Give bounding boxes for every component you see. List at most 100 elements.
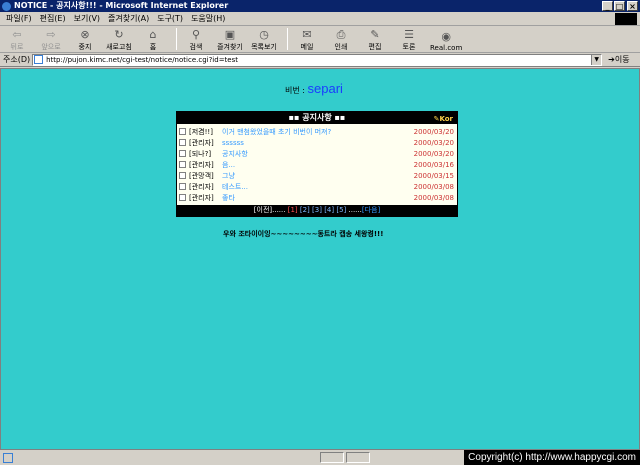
- mail-button[interactable]: ✉ 메일: [294, 26, 320, 52]
- notice-row: [관리자] 좋타 2000/03/08: [177, 192, 457, 203]
- window-title: NOTICE - 공지사항!!! - Microsoft Internet Ex…: [14, 1, 229, 10]
- menu-favorites[interactable]: 즐겨찾기(A): [108, 13, 149, 24]
- row-date: 2000/03/08: [413, 193, 454, 202]
- go-arrow-icon: ➔: [608, 55, 615, 64]
- ie-icon: [2, 1, 11, 11]
- home-button[interactable]: ⌂ 홈: [140, 26, 166, 52]
- menu-view[interactable]: 보기(V): [74, 13, 100, 24]
- minimize-button[interactable]: _: [602, 1, 613, 11]
- address-input[interactable]: http://pujon.kimc.net/cgi-test/notice/no…: [32, 53, 603, 66]
- copyright-banner: Copyright(c) http://www.happycgi.com: [464, 450, 640, 465]
- row-checkbox[interactable]: [179, 150, 186, 157]
- row-date: 2000/03/20: [413, 149, 454, 158]
- history-button[interactable]: ◷ 목록보기: [251, 26, 277, 52]
- discuss-button[interactable]: ☰ 토론: [396, 26, 422, 52]
- row-checkbox[interactable]: [179, 172, 186, 179]
- menu-bar: 파일(F) 편집(E) 보기(V) 즐겨찾기(A) 도구(T) 도움말(H): [0, 12, 640, 26]
- edit-icon: ✎: [370, 28, 380, 41]
- row-checkbox[interactable]: [179, 183, 186, 190]
- row-author: [관망객]: [189, 171, 214, 180]
- realcom-icon: ◉: [441, 30, 451, 43]
- address-label: 주소(D): [3, 55, 31, 64]
- page-link-4[interactable]: [4]: [324, 206, 334, 214]
- row-author: [관리자]: [189, 138, 214, 147]
- row-subject-link[interactable]: 테스트...: [222, 182, 412, 192]
- row-date: 2000/03/20: [413, 127, 454, 136]
- go-button[interactable]: ➔이동: [608, 54, 629, 65]
- stop-button[interactable]: ⊗ 중지: [72, 26, 98, 52]
- notice-list: [저겸!!] 이거 맨첨왔었을때 초기 비번이 머져? 2000/03/20 [관리자…: [177, 124, 457, 205]
- notice-row: [관리자] 음... 2000/03/16: [177, 159, 457, 170]
- windows-logo-icon: [615, 13, 637, 25]
- edit-button[interactable]: ✎ 편집: [362, 26, 388, 52]
- favorites-button[interactable]: ▣ 즐겨찾기: [217, 26, 243, 52]
- row-subject-link[interactable]: 그냥: [222, 171, 412, 181]
- printer-icon: ⎙: [336, 28, 346, 41]
- row-checkbox[interactable]: [179, 194, 186, 201]
- row-subject-link[interactable]: ssssss: [222, 139, 412, 147]
- row-date: 2000/03/20: [413, 138, 454, 147]
- status-pane: [346, 452, 370, 463]
- search-button[interactable]: ⚲ 검색: [183, 26, 209, 52]
- maximize-button[interactable]: □: [614, 1, 625, 11]
- row-checkbox[interactable]: [179, 161, 186, 168]
- row-date: 2000/03/08: [413, 182, 454, 191]
- refresh-icon: ↻: [114, 28, 124, 41]
- history-icon: ◷: [259, 28, 269, 41]
- row-author: [관리자]: [189, 182, 214, 191]
- notice-board: ▪▪ 공지사항 ▪▪ ✎Kor [저겸!!] 이거 맨첨왔었을때 초기 비번이 머…: [176, 111, 458, 217]
- row-subject-link[interactable]: 좋타: [222, 193, 412, 203]
- page-link-3[interactable]: [3]: [312, 206, 322, 214]
- id-value: separi: [307, 81, 343, 96]
- search-icon: ⚲: [191, 28, 201, 41]
- menu-edit[interactable]: 편집(E): [40, 13, 66, 24]
- title-bar: NOTICE - 공지사항!!! - Microsoft Internet Ex…: [0, 0, 640, 12]
- back-button[interactable]: ⇦ 뒤로: [4, 26, 30, 52]
- realcom-button[interactable]: ◉ Real.com: [430, 26, 462, 53]
- notice-row: [관리자] 테스트... 2000/03/08: [177, 181, 457, 192]
- toolbar-separator: [287, 28, 288, 50]
- page-viewport: 비번 : separi ▪▪ 공지사항 ▪▪ ✎Kor [저겸!!] 이거 맨첨왔…: [0, 68, 640, 450]
- page-link-2[interactable]: [2]: [300, 206, 310, 214]
- write-icon[interactable]: ✎Kor: [434, 113, 453, 125]
- address-bar: 주소(D) http://pujon.kimc.net/cgi-test/not…: [0, 53, 640, 67]
- home-icon: ⌂: [149, 28, 157, 41]
- board-title: 공지사항: [302, 113, 332, 122]
- prev-link[interactable]: [이전]......: [254, 206, 286, 214]
- notice-row: [되나?] 공지사항 2000/03/20: [177, 148, 457, 159]
- page-link-1[interactable]: [1]: [288, 206, 298, 214]
- marquee-message: 우와 조타이이잉~~~~~~~~동트라 캡송 세왕켱!!!: [223, 230, 384, 238]
- notice-row: [관망객] 그냥 2000/03/15: [177, 170, 457, 181]
- print-button[interactable]: ⎙ 인쇄: [328, 26, 354, 52]
- address-dropdown-button[interactable]: ▼: [591, 54, 602, 65]
- status-pane: [320, 452, 344, 463]
- refresh-button[interactable]: ↻ 새로고침: [106, 26, 132, 52]
- row-subject-link[interactable]: 음...: [222, 160, 412, 170]
- row-author: [관리자]: [189, 193, 214, 202]
- menu-tools[interactable]: 도구(T): [157, 13, 183, 24]
- notice-row: [관리자] ssssss 2000/03/20: [177, 137, 457, 148]
- board-header: ▪▪ 공지사항 ▪▪ ✎Kor: [177, 112, 457, 124]
- row-checkbox[interactable]: [179, 139, 186, 146]
- menu-file[interactable]: 파일(F): [6, 13, 32, 24]
- page-icon: [34, 55, 44, 64]
- row-checkbox[interactable]: [179, 128, 186, 135]
- page-link-5[interactable]: [5]: [336, 206, 346, 214]
- close-button[interactable]: ×: [627, 1, 638, 11]
- toolbar: ⇦ 뒤로 ⇨ 앞으로 ⊗ 중지 ↻ 새로고침 ⌂ 홈 ⚲ 검색 ▣ 즐겨찾기 ◷…: [0, 27, 640, 53]
- next-link[interactable]: [다음]: [362, 206, 380, 214]
- mail-icon: ✉: [302, 28, 312, 41]
- row-author: [되나?]: [189, 149, 212, 158]
- discuss-icon: ☰: [404, 28, 414, 41]
- back-arrow-icon: ⇦: [12, 28, 22, 41]
- bullet-icon: ▪▪: [288, 113, 303, 122]
- menu-help[interactable]: 도움말(H): [191, 13, 225, 24]
- stop-icon: ⊗: [80, 28, 90, 41]
- forward-button[interactable]: ⇨ 앞으로: [38, 26, 64, 52]
- row-author: [관리자]: [189, 160, 214, 169]
- pager-sep: ......: [348, 206, 362, 214]
- notice-row: [저겸!!] 이거 맨첨왔었을때 초기 비번이 머져? 2000/03/20: [177, 126, 457, 137]
- forward-arrow-icon: ⇨: [46, 28, 56, 41]
- row-subject-link[interactable]: 이거 맨첨왔었을때 초기 비번이 머져?: [222, 127, 412, 137]
- row-subject-link[interactable]: 공지사항: [222, 149, 412, 159]
